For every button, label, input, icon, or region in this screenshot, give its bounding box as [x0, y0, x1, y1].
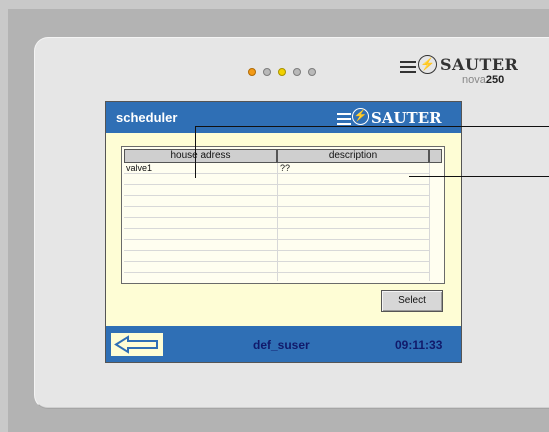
status-led-1 [248, 68, 256, 76]
brand-name: SAUTER [440, 55, 519, 74]
status-bar: def_suser 09:11:33 [106, 326, 461, 362]
table-row[interactable] [124, 262, 430, 273]
status-led-3 [278, 68, 286, 76]
table-row[interactable] [124, 218, 430, 229]
clock-time: 09:11:33 [395, 338, 443, 352]
back-button[interactable] [111, 333, 163, 356]
column-header-spacer [429, 149, 442, 163]
sauter-logo-icon: ⚡ [418, 55, 437, 74]
table-header: house adress description [124, 149, 442, 163]
status-led-4 [293, 68, 301, 76]
back-arrow-icon [114, 335, 158, 354]
logo-text: SAUTER [371, 109, 442, 127]
table-row[interactable] [124, 229, 430, 240]
cell-description: ?? [280, 163, 291, 173]
table-row[interactable] [124, 196, 430, 207]
cell-address: valve1 [126, 163, 153, 173]
status-led-2 [263, 68, 271, 76]
column-header-house-adress[interactable]: house adress [124, 149, 277, 163]
table-row[interactable] [124, 251, 430, 262]
column-header-description[interactable]: description [277, 149, 429, 163]
callout-line-address-vertical [195, 126, 196, 178]
table-row[interactable] [124, 174, 430, 185]
table-row[interactable]: valve1 ?? [124, 163, 430, 174]
select-button[interactable]: Select [381, 290, 443, 312]
table-row[interactable] [124, 185, 430, 196]
table-row[interactable] [124, 240, 430, 251]
title-bar: scheduler ⚡ SAUTER [106, 102, 461, 133]
table-row[interactable] [124, 273, 430, 283]
device-brand-logo: ⚡ SAUTER nova250 [400, 52, 520, 92]
status-leds [248, 68, 316, 78]
callout-line-description [409, 176, 549, 177]
schedule-table: house adress description valve1 ?? [121, 146, 445, 284]
touch-screen: scheduler ⚡ SAUTER house adress descript… [105, 101, 462, 363]
callout-line-address [195, 126, 549, 127]
brand-model: nova250 [462, 74, 505, 86]
current-user: def_suser [253, 338, 310, 352]
page-title: scheduler [116, 110, 178, 125]
brand-lines-icon [400, 61, 416, 76]
table-row[interactable] [124, 207, 430, 218]
screen-logo: ⚡ SAUTER [315, 108, 455, 128]
content-area: house adress description valve1 ?? Selec… [106, 133, 461, 326]
sauter-logo-icon: ⚡ [352, 108, 369, 125]
status-led-5 [308, 68, 316, 76]
